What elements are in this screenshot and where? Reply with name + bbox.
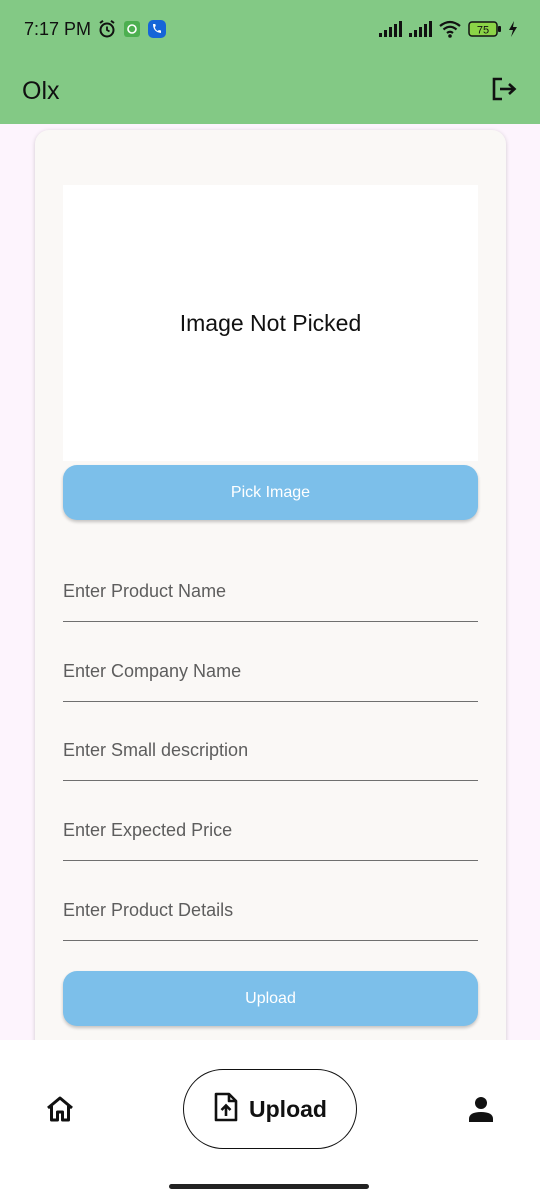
app-title: Olx xyxy=(22,76,60,105)
company-name-field[interactable] xyxy=(63,642,478,702)
status-right: 75 xyxy=(378,20,518,38)
home-icon xyxy=(45,1095,75,1128)
nav-home[interactable] xyxy=(42,1095,78,1127)
alarm-icon xyxy=(97,19,117,39)
company-name-input[interactable] xyxy=(63,642,478,701)
battery-level: 75 xyxy=(477,25,489,37)
wifi-icon xyxy=(438,20,462,38)
product-details-field[interactable] xyxy=(63,881,478,941)
charging-icon xyxy=(508,21,518,37)
product-name-input[interactable] xyxy=(63,562,478,621)
upload-file-icon xyxy=(213,1092,239,1127)
logout-icon xyxy=(490,75,518,108)
signal-icon xyxy=(408,21,432,37)
upload-form-card: Image Not Picked Pick Image Upload xyxy=(35,130,506,1040)
small-description-field[interactable] xyxy=(63,721,478,781)
android-app-icon xyxy=(123,20,141,38)
app-bar: Olx xyxy=(0,58,540,124)
status-bar: 7:17 PM 75 xyxy=(0,0,540,58)
signal-icon xyxy=(378,21,402,37)
status-time: 7:17 PM xyxy=(24,18,92,39)
battery-icon: 75 xyxy=(468,20,502,38)
nav-upload[interactable]: Upload xyxy=(183,1069,357,1149)
pick-image-button[interactable]: Pick Image xyxy=(63,465,478,520)
status-left: 7:17 PM xyxy=(24,19,167,40)
expected-price-input[interactable] xyxy=(63,801,478,860)
main-content[interactable]: Image Not Picked Pick Image Upload xyxy=(0,124,540,1040)
product-details-input[interactable] xyxy=(63,881,478,940)
expected-price-field[interactable] xyxy=(63,801,478,861)
upload-button[interactable]: Upload xyxy=(63,971,478,1026)
nav-profile[interactable] xyxy=(464,1094,498,1128)
nav-upload-label: Upload xyxy=(249,1095,327,1122)
phone-app-icon xyxy=(147,19,167,39)
small-description-input[interactable] xyxy=(63,721,478,780)
gesture-bar xyxy=(169,1184,369,1189)
image-status-text: Image Not Picked xyxy=(179,309,362,336)
product-name-field[interactable] xyxy=(63,562,478,622)
image-preview: Image Not Picked xyxy=(63,185,478,461)
bottom-nav: Upload xyxy=(0,1040,540,1200)
person-icon xyxy=(467,1095,495,1128)
logout-button[interactable] xyxy=(488,75,520,107)
